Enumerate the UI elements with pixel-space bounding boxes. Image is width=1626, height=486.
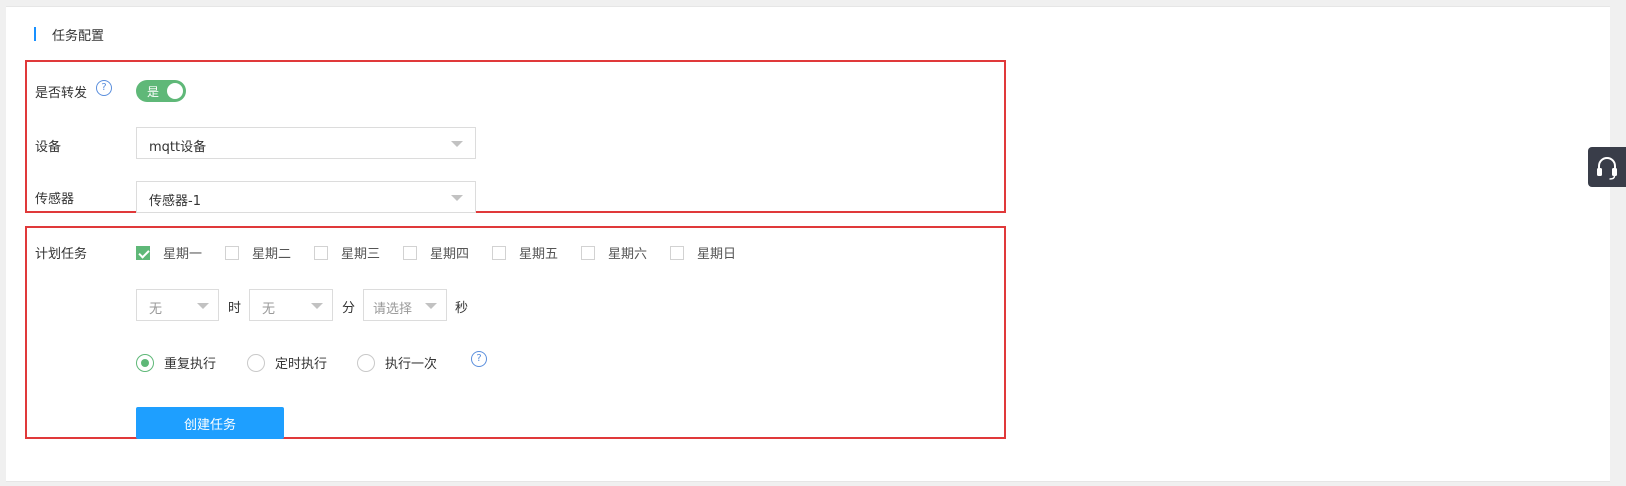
weekday-label: 星期三 bbox=[341, 247, 381, 262]
second-select-value: 请选择 bbox=[373, 302, 413, 317]
caret-down-icon bbox=[197, 303, 209, 309]
caret-down-icon bbox=[451, 195, 463, 201]
checkbox-icon bbox=[581, 245, 595, 260]
headset-icon bbox=[1597, 157, 1617, 180]
forward-help-icon[interactable]: ? bbox=[96, 80, 112, 96]
weekday-checkbox-sunday[interactable]: 星期日 bbox=[670, 243, 736, 262]
radio-icon bbox=[247, 353, 265, 372]
hour-unit: 时 bbox=[228, 301, 242, 316]
checkbox-icon bbox=[403, 245, 417, 260]
customer-service-button[interactable] bbox=[1588, 147, 1626, 187]
hour-select[interactable]: 无 bbox=[136, 289, 219, 321]
weekday-label: 星期二 bbox=[252, 247, 292, 262]
caret-down-icon bbox=[451, 141, 463, 147]
weekday-label: 星期日 bbox=[697, 247, 737, 262]
caret-down-icon bbox=[425, 303, 437, 309]
weekday-label: 星期四 bbox=[430, 247, 470, 262]
mode-radio-once[interactable]: 执行一次 bbox=[357, 353, 437, 372]
mode-label: 定时执行 bbox=[275, 357, 328, 372]
weekday-label: 星期一 bbox=[163, 247, 203, 262]
section-accent-bar bbox=[34, 27, 36, 41]
toggle-knob bbox=[167, 83, 183, 99]
radio-checked-icon bbox=[136, 353, 154, 372]
weekday-checkbox-thursday[interactable]: 星期四 bbox=[403, 243, 469, 262]
forward-label: 是否转发 bbox=[35, 86, 88, 101]
section-title: 任务配置 bbox=[52, 29, 105, 44]
weekday-label: 星期五 bbox=[519, 247, 559, 262]
weekday-checkbox-wednesday[interactable]: 星期三 bbox=[314, 243, 380, 262]
schedule-label: 计划任务 bbox=[35, 247, 88, 262]
device-label: 设备 bbox=[35, 140, 62, 155]
second-select[interactable]: 请选择 bbox=[363, 289, 447, 321]
mode-radio-repeat[interactable]: 重复执行 bbox=[136, 353, 216, 372]
forward-toggle[interactable]: 是 bbox=[136, 80, 186, 102]
forward-toggle-text: 是 bbox=[147, 85, 160, 99]
sensor-label: 传感器 bbox=[35, 192, 75, 207]
checkbox-icon bbox=[670, 245, 684, 260]
device-select-value: mqtt设备 bbox=[149, 140, 207, 155]
minute-select-value: 无 bbox=[262, 302, 276, 317]
minute-unit: 分 bbox=[342, 301, 356, 316]
sensor-select-value: 传感器-1 bbox=[149, 194, 201, 209]
weekday-checkbox-saturday[interactable]: 星期六 bbox=[581, 243, 647, 262]
minute-select[interactable]: 无 bbox=[249, 289, 333, 321]
weekday-checkbox-friday[interactable]: 星期五 bbox=[492, 243, 558, 262]
radio-icon bbox=[357, 353, 375, 372]
mode-label: 执行一次 bbox=[385, 357, 438, 372]
caret-down-icon bbox=[311, 303, 323, 309]
mode-label: 重复执行 bbox=[164, 357, 217, 372]
checkbox-icon bbox=[225, 245, 239, 260]
sensor-select[interactable]: 传感器-1 bbox=[136, 181, 476, 213]
checkbox-checked-icon bbox=[136, 245, 150, 260]
create-task-button[interactable]: 创建任务 bbox=[136, 407, 284, 439]
weekday-label: 星期六 bbox=[608, 247, 648, 262]
schedule-help-icon[interactable]: ? bbox=[471, 351, 487, 367]
weekday-checkbox-monday[interactable]: 星期一 bbox=[136, 243, 202, 262]
second-unit: 秒 bbox=[455, 301, 469, 316]
weekday-checkbox-tuesday[interactable]: 星期二 bbox=[225, 243, 291, 262]
checkbox-icon bbox=[314, 245, 328, 260]
checkbox-icon bbox=[492, 245, 506, 260]
hour-select-value: 无 bbox=[149, 302, 163, 317]
device-select[interactable]: mqtt设备 bbox=[136, 127, 476, 159]
mode-radio-timed[interactable]: 定时执行 bbox=[247, 353, 327, 372]
